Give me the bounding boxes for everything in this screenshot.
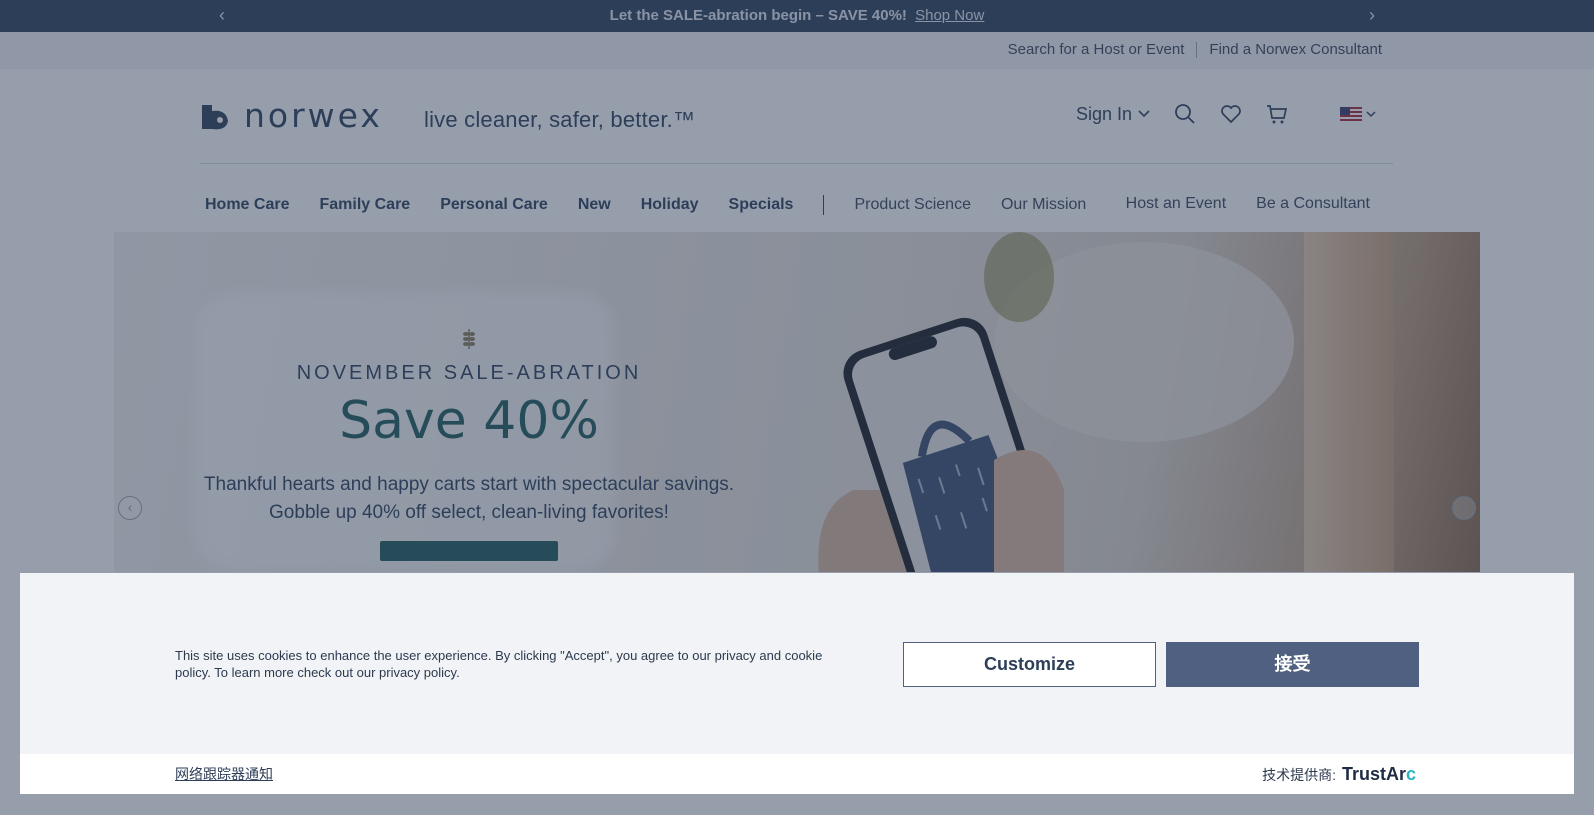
cookie-consent-banner: This site uses cookies to enhance the us… — [20, 573, 1574, 794]
trustarc-logo[interactable]: TrustArc — [1342, 764, 1416, 785]
cookie-message: This site uses cookies to enhance the us… — [175, 648, 823, 680]
accept-button[interactable]: 接受 — [1166, 642, 1419, 687]
cookie-footer: 网络跟踪器通知 技术提供商: TrustArc — [20, 754, 1574, 794]
customize-button[interactable]: Customize — [903, 642, 1156, 687]
powered-by: 技术提供商: TrustArc — [1262, 764, 1416, 785]
tracker-notice-link[interactable]: 网络跟踪器通知 — [175, 764, 273, 784]
powered-by-label: 技术提供商: — [1262, 766, 1336, 783]
